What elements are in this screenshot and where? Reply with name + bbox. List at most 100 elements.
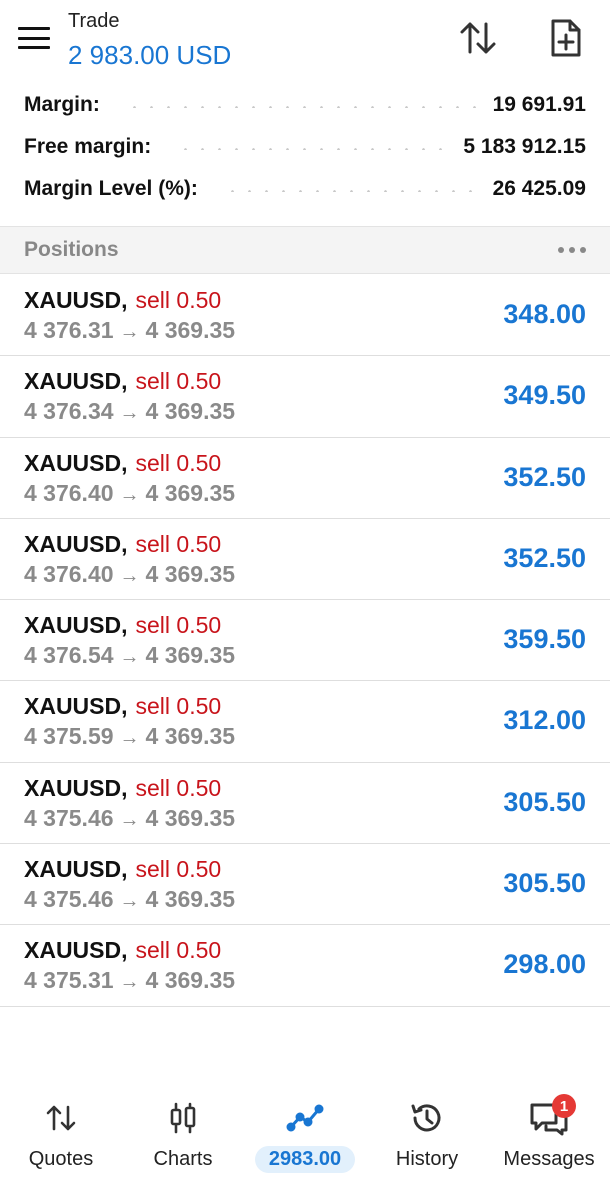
arrow-right-icon: → bbox=[119, 321, 140, 343]
position-side: sell 0.50 bbox=[135, 287, 222, 313]
open-price: 4 376.31 bbox=[24, 317, 114, 343]
nav-label: Quotes bbox=[28, 1148, 94, 1170]
current-price: 4 369.35 bbox=[145, 967, 236, 994]
nav-label: 2983.00 bbox=[254, 1146, 356, 1173]
position-row[interactable]: XAUUSD, sell 0.50 4 375.46 → 4 369.35 305.5… bbox=[0, 844, 610, 926]
position-symbol: XAUUSD bbox=[24, 937, 122, 964]
position-profit: 349.50 bbox=[503, 380, 586, 411]
unread-badge: 1 bbox=[552, 1094, 576, 1118]
open-price: 4 375.46 bbox=[24, 804, 114, 831]
menu-icon[interactable] bbox=[16, 22, 52, 54]
position-profit: 352.50 bbox=[503, 461, 586, 492]
summary-label: Margin Level (%): bbox=[24, 177, 208, 201]
position-side: sell 0.50 bbox=[135, 774, 222, 801]
position-symbol: XAUUSD bbox=[24, 287, 122, 313]
nav-label: History bbox=[395, 1148, 459, 1170]
arrow-right-icon: → bbox=[119, 727, 140, 750]
position-side: sell 0.50 bbox=[135, 612, 222, 639]
dotted-leader bbox=[177, 148, 448, 150]
summary-label: Margin: bbox=[24, 93, 110, 117]
open-price: 4 375.31 bbox=[24, 967, 114, 994]
summary-value: 19 691.91 bbox=[492, 93, 586, 116]
arrow-right-icon: → bbox=[119, 646, 140, 669]
section-title: Positions bbox=[24, 238, 119, 261]
current-price: 4 369.35 bbox=[145, 886, 236, 913]
nav-trade[interactable]: 2983.00 bbox=[244, 1080, 366, 1200]
account-summary: Margin: 19 691.91 Free margin: 5 183 912… bbox=[0, 84, 610, 210]
position-symbol: XAUUSD bbox=[24, 856, 122, 883]
arrow-right-icon: → bbox=[119, 971, 140, 994]
position-row[interactable]: XAUUSD, sell 0.50 4 376.40 → 4 369.35 352.5… bbox=[0, 519, 610, 601]
dotted-leader bbox=[125, 106, 477, 108]
current-price: 4 369.35 bbox=[145, 398, 236, 425]
position-row[interactable]: XAUUSD, sell 0.50 4 375.31 → 4 369.35 298.0… bbox=[0, 925, 610, 1007]
arrow-right-icon: → bbox=[119, 564, 140, 587]
arrow-right-icon: → bbox=[119, 890, 140, 913]
position-profit: 312.00 bbox=[503, 705, 586, 736]
position-symbol: XAUUSD bbox=[24, 693, 122, 720]
open-price: 4 376.40 bbox=[24, 479, 114, 506]
summary-value: 5 183 912.15 bbox=[463, 135, 586, 158]
position-profit: 352.50 bbox=[503, 542, 586, 573]
new-order-icon[interactable] bbox=[544, 16, 588, 60]
position-side: sell 0.50 bbox=[135, 856, 222, 883]
charts-icon bbox=[167, 1098, 199, 1138]
position-row[interactable]: XAUUSD, sell 0.50 4 376.54 → 4 369.35 359.5… bbox=[0, 600, 610, 682]
trade-icon bbox=[286, 1098, 324, 1138]
position-profit: 305.50 bbox=[503, 868, 586, 899]
current-price: 4 369.35 bbox=[145, 723, 236, 750]
quotes-icon bbox=[45, 1098, 77, 1138]
sort-icon[interactable] bbox=[456, 16, 500, 60]
position-row[interactable]: XAUUSD, sell 0.50 4 376.34 → 4 369.35 349.5… bbox=[0, 356, 610, 438]
page-title: Trade bbox=[68, 10, 120, 32]
bottom-navigation: Quotes Charts 2983.00 History 1 Messages bbox=[0, 1080, 610, 1200]
current-price: 4 369.35 bbox=[145, 317, 236, 343]
current-price: 4 369.35 bbox=[145, 479, 236, 506]
current-price: 4 369.35 bbox=[145, 560, 236, 587]
position-side: sell 0.50 bbox=[135, 937, 222, 964]
open-price: 4 376.34 bbox=[24, 398, 114, 425]
position-profit: 359.50 bbox=[503, 624, 586, 655]
nav-messages[interactable]: 1 Messages bbox=[488, 1080, 610, 1200]
positions-header: Positions bbox=[0, 226, 610, 274]
position-profit: 348.00 bbox=[503, 299, 586, 329]
arrow-right-icon: → bbox=[119, 483, 140, 506]
position-row[interactable]: XAUUSD, sell 0.50 4 375.46 → 4 369.35 305.5… bbox=[0, 763, 610, 845]
arrow-right-icon: → bbox=[119, 808, 140, 831]
summary-value: 26 425.09 bbox=[492, 177, 586, 200]
arrow-right-icon: → bbox=[119, 402, 140, 425]
summary-row-margin-level: Margin Level (%): 26 425.09 bbox=[0, 168, 610, 210]
position-profit: 305.50 bbox=[503, 786, 586, 817]
nav-quotes[interactable]: Quotes bbox=[0, 1080, 122, 1200]
account-balance: 2 983.00 USD bbox=[68, 40, 232, 70]
open-price: 4 376.40 bbox=[24, 560, 114, 587]
current-price: 4 369.35 bbox=[145, 642, 236, 669]
more-options-icon[interactable] bbox=[558, 241, 586, 259]
dotted-leader bbox=[223, 190, 477, 192]
current-price: 4 369.35 bbox=[145, 804, 236, 831]
summary-label: Free margin: bbox=[24, 135, 162, 159]
position-side: sell 0.50 bbox=[135, 368, 222, 395]
position-side: sell 0.50 bbox=[135, 530, 222, 557]
summary-row-margin: Margin: 19 691.91 bbox=[0, 84, 610, 126]
open-price: 4 375.46 bbox=[24, 886, 114, 913]
summary-row-free-margin: Free margin: 5 183 912.15 bbox=[0, 126, 610, 168]
open-price: 4 375.59 bbox=[24, 723, 114, 750]
position-symbol: XAUUSD bbox=[24, 368, 122, 395]
position-row[interactable]: XAUUSD, sell 0.50 4 375.59 → 4 369.35 312.0… bbox=[0, 681, 610, 763]
nav-charts[interactable]: Charts bbox=[122, 1080, 244, 1200]
nav-history[interactable]: History bbox=[366, 1080, 488, 1200]
nav-label: Charts bbox=[153, 1148, 213, 1170]
position-row[interactable]: XAUUSD, sell 0.50 4 376.31 → 4 369.35 348.0… bbox=[0, 275, 610, 357]
position-row[interactable]: XAUUSD, sell 0.50 4 376.40 → 4 369.35 352.5… bbox=[0, 438, 610, 519]
nav-label: Messages bbox=[503, 1148, 595, 1170]
position-symbol: XAUUSD bbox=[24, 530, 122, 557]
history-icon bbox=[409, 1098, 445, 1138]
position-profit: 298.00 bbox=[503, 949, 586, 980]
positions-list: XAUUSD, sell 0.50 4 376.31 → 4 369.35 348.0… bbox=[0, 275, 610, 1007]
top-bar: Trade 2 983.00 USD bbox=[0, 0, 610, 80]
position-symbol: XAUUSD bbox=[24, 774, 122, 801]
position-symbol: XAUUSD bbox=[24, 449, 122, 476]
open-price: 4 376.54 bbox=[24, 642, 114, 669]
position-side: sell 0.50 bbox=[135, 693, 222, 720]
